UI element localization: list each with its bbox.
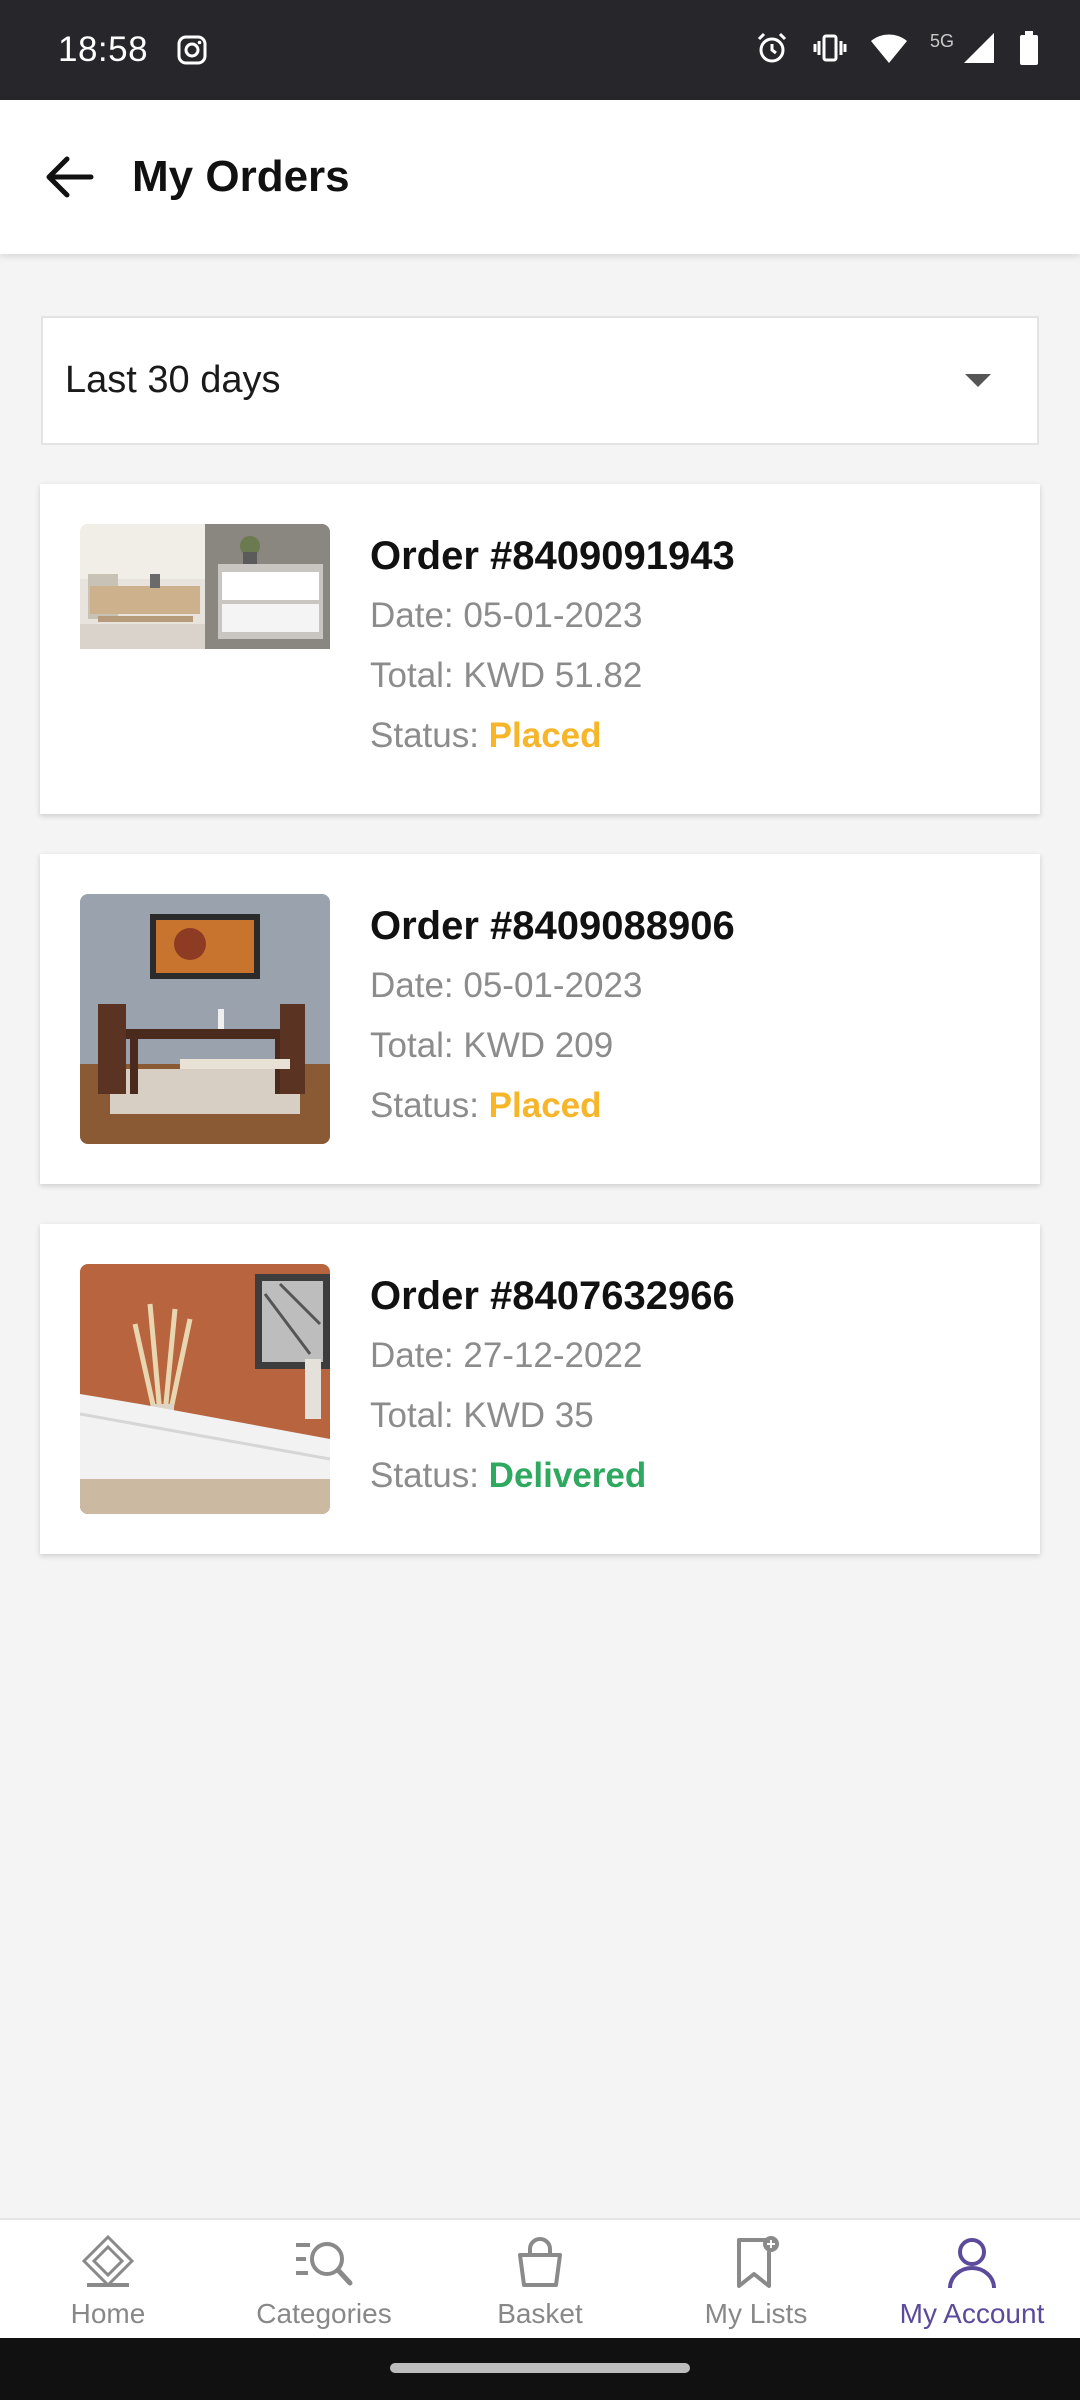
nav-label: Categories (256, 2298, 392, 2329)
order-card[interactable]: Order #8407632966 Date: 27-12-2022 Total… (40, 1224, 1040, 1554)
order-number: Order #8409091943 (370, 534, 735, 578)
order-card[interactable]: Order #8409091943 Date: 05-01-2023 Total… (40, 484, 1040, 814)
nav-item-my-account[interactable]: My Account (864, 2220, 1080, 2338)
bookmark-icon (721, 2232, 791, 2294)
page-title: My Orders (132, 152, 350, 201)
order-thumbnail (80, 1264, 330, 1514)
date-range-dropdown[interactable]: Last 30 days (41, 316, 1039, 445)
order-date: Date: 27-12-2022 (370, 1336, 643, 1375)
home-logo-icon (73, 2232, 143, 2294)
categories-search-icon (289, 2232, 359, 2294)
order-status-value: Delivered (488, 1456, 647, 1495)
order-thumbnail (80, 894, 330, 1144)
order-status-value: Placed (488, 716, 602, 755)
nav-item-home[interactable]: Home (0, 2220, 216, 2338)
nav-item-categories[interactable]: Categories (216, 2220, 432, 2338)
nav-label: Basket (497, 2298, 583, 2329)
dropdown-caret-icon (965, 374, 991, 387)
order-status-line: Status: Delivered (370, 1446, 735, 1506)
status-bar: 18:58 5G (0, 0, 1080, 100)
order-status-value: Placed (488, 1086, 602, 1125)
order-status-label: Status: (370, 1456, 489, 1495)
order-date: Date: 05-01-2023 (370, 966, 643, 1005)
back-button[interactable] (20, 127, 120, 227)
nav-item-basket[interactable]: Basket (432, 2220, 648, 2338)
back-arrow-icon (46, 156, 94, 198)
order-thumbnail (80, 524, 330, 774)
order-total: Total: KWD 35 (370, 1396, 594, 1435)
network-type: 5G (929, 30, 954, 51)
order-total: Total: KWD 51.82 (370, 656, 643, 695)
signal-icon (962, 31, 996, 70)
nav-item-my-lists[interactable]: My Lists (648, 2220, 864, 2338)
dropdown-selected-value: Last 30 days (65, 359, 281, 401)
order-status-line: Status: Placed (370, 1076, 735, 1136)
account-icon (937, 2232, 1007, 2294)
wifi-icon (870, 31, 908, 70)
app-bar: My Orders (0, 100, 1080, 254)
order-number: Order #8407632966 (370, 1274, 735, 1318)
instagram-icon (176, 34, 208, 66)
order-info: Order #8409091943 Date: 05-01-2023 Total… (370, 526, 735, 766)
bottom-navigation: Home Categories Basket My Lists My Accou… (0, 2218, 1080, 2338)
nav-label: My Account (899, 2298, 1045, 2329)
order-card[interactable]: Order #8409088906 Date: 05-01-2023 Total… (40, 854, 1040, 1184)
app-screen: 18:58 5G My Orders Last 30 days Order #8… (0, 0, 1080, 2400)
order-total: Total: KWD 209 (370, 1026, 614, 1065)
order-status-label: Status: (370, 1086, 489, 1125)
nav-label: My Lists (704, 2298, 808, 2329)
order-status-label: Status: (370, 716, 489, 755)
status-time: 18:58 (58, 30, 149, 69)
alarm-icon (754, 30, 790, 71)
vibrate-icon (812, 30, 848, 71)
order-info: Order #8409088906 Date: 05-01-2023 Total… (370, 896, 735, 1136)
order-info: Order #8407632966 Date: 27-12-2022 Total… (370, 1266, 735, 1506)
order-number: Order #8409088906 (370, 904, 735, 948)
nav-label: Home (70, 2298, 146, 2329)
status-icons: 5G (754, 30, 1040, 71)
battery-icon (1018, 30, 1040, 71)
order-status-line: Status: Placed (370, 706, 735, 766)
system-gesture-bar (0, 2338, 1080, 2400)
basket-icon (505, 2232, 575, 2294)
home-gesture-handle[interactable] (390, 2363, 690, 2373)
order-date: Date: 05-01-2023 (370, 596, 643, 635)
